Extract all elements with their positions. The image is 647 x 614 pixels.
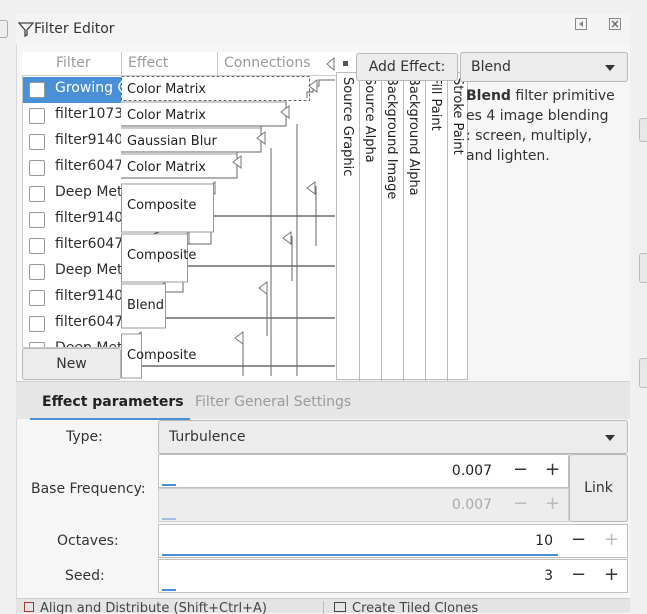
- tab-align-distribute-label: Align and Distribute (Shift+Ctrl+A): [40, 601, 267, 614]
- chevron-down-icon: [605, 435, 615, 441]
- minus-icon: −: [513, 493, 529, 514]
- base-frequency-x-spinner[interactable]: 0.007 − +: [158, 454, 569, 488]
- link-button[interactable]: Link: [569, 454, 628, 522]
- dock-icon[interactable]: [575, 18, 587, 30]
- panel-title: Filter Editor: [34, 21, 115, 37]
- filter-name: filter6047-: [55, 314, 129, 330]
- col-effect-header[interactable]: Effect: [128, 55, 168, 71]
- effect-item[interactable]: Blend: [127, 298, 164, 313]
- source-alpha-label[interactable]: Source Alpha: [362, 77, 377, 163]
- filter-icon: [18, 22, 34, 37]
- filter-name: filter9140-: [55, 288, 129, 304]
- settings-tabs: Effect parameters Filter General Setting…: [16, 381, 630, 420]
- tab-align-distribute[interactable]: Align and Distribute (Shift+Ctrl+A): [24, 601, 324, 614]
- source-columns: Source Graphic Source Alpha Background I…: [336, 72, 468, 381]
- effect-item[interactable]: Color Matrix: [127, 108, 206, 123]
- description-line4: and lighten.: [466, 148, 550, 164]
- description-line3: : screen, multiply,: [466, 128, 592, 144]
- base-frequency-x-value[interactable]: 0.007: [452, 463, 492, 479]
- side-panel-handle[interactable]: [0, 20, 8, 38]
- minus-icon[interactable]: −: [571, 564, 586, 585]
- filter-name: filter1073: [55, 106, 124, 122]
- seed-value[interactable]: 3: [544, 568, 553, 584]
- filter-checkbox[interactable]: [29, 160, 45, 176]
- description-bold: Blend: [466, 88, 511, 104]
- octaves-value[interactable]: 10: [535, 533, 553, 549]
- right-dock-handle[interactable]: [639, 253, 647, 283]
- col-filter-header[interactable]: Filter: [56, 55, 91, 71]
- plus-icon: +: [545, 493, 561, 514]
- stroke-paint-label[interactable]: Stroke Paint: [450, 77, 465, 155]
- fill-paint-label[interactable]: Fill Paint: [428, 77, 443, 131]
- plus-icon[interactable]: +: [604, 564, 619, 585]
- filter-name: Deep Meta: [55, 262, 132, 278]
- col-connections-header[interactable]: Connections: [224, 55, 311, 71]
- source-graphic-label[interactable]: Source Graphic: [340, 77, 355, 176]
- minus-icon[interactable]: −: [513, 459, 528, 480]
- new-filter-button[interactable]: New: [22, 348, 121, 380]
- chevron-down-icon: [605, 65, 615, 71]
- plus-icon: +: [604, 529, 620, 550]
- background-alpha-label[interactable]: Background Alpha: [406, 77, 421, 196]
- filter-name: filter9140-: [55, 132, 129, 148]
- octaves-spinner[interactable]: 10 − +: [158, 524, 628, 558]
- effect-type-value: Blend: [471, 59, 511, 75]
- base-frequency-y-spinner: 0.007 − +: [158, 488, 569, 522]
- filter-checkbox[interactable]: [29, 238, 45, 254]
- connections-header-icon: [326, 57, 348, 71]
- filter-checkbox[interactable]: [29, 134, 45, 150]
- filter-list-header: Filter Effect Connections: [22, 52, 356, 76]
- add-effect-button[interactable]: Add Effect:: [356, 53, 458, 81]
- filter-name: Growing C: [55, 80, 128, 96]
- filter-name: filter6047-: [55, 236, 129, 252]
- minus-icon[interactable]: −: [571, 529, 586, 550]
- base-frequency-label: Base Frequency:: [31, 481, 146, 497]
- close-icon[interactable]: [609, 18, 621, 30]
- plus-icon[interactable]: +: [545, 459, 560, 480]
- filter-checkbox[interactable]: [29, 264, 45, 280]
- filter-name: Deep Meta: [55, 340, 132, 348]
- effect-item[interactable]: Color Matrix: [127, 160, 206, 175]
- filter-checkbox[interactable]: [29, 290, 45, 306]
- right-dock-handle[interactable]: [639, 118, 647, 142]
- filter-checkbox[interactable]: [29, 316, 45, 332]
- tab-filter-general-settings[interactable]: Filter General Settings: [195, 394, 351, 410]
- effect-item[interactable]: Gaussian Blur: [127, 134, 217, 149]
- tab-tiled-clones[interactable]: Create Tiled Clones: [334, 601, 624, 614]
- filter-checkbox[interactable]: [29, 82, 45, 98]
- filter-checkbox[interactable]: [29, 186, 45, 202]
- filter-checkbox[interactable]: [29, 212, 45, 228]
- effect-item[interactable]: Color Matrix: [127, 82, 206, 97]
- effect-item[interactable]: Composite: [127, 198, 196, 213]
- filter-name: Deep Meta: [55, 184, 132, 200]
- background-image-label[interactable]: Background Image: [384, 77, 399, 199]
- filter-checkbox[interactable]: [29, 108, 45, 124]
- effect-type-dropdown[interactable]: Blend: [460, 52, 628, 82]
- tab-effect-parameters[interactable]: Effect parameters: [42, 394, 184, 410]
- description-line2: es 4 image blending: [466, 108, 609, 124]
- seed-label: Seed:: [65, 568, 105, 584]
- effect-item[interactable]: Composite: [127, 248, 196, 263]
- type-dropdown[interactable]: Turbulence: [158, 420, 628, 454]
- effect-description: Blend filter primitive es 4 image blendi…: [466, 86, 626, 166]
- base-frequency-y-value: 0.007: [451, 497, 492, 513]
- octaves-label: Octaves:: [57, 533, 119, 549]
- bottom-dock-tabs: Align and Distribute (Shift+Ctrl+A) Crea…: [16, 598, 630, 614]
- right-dock-handle[interactable]: [639, 358, 647, 388]
- tab-tiled-clones-label: Create Tiled Clones: [352, 601, 479, 614]
- seed-spinner[interactable]: 3 − +: [158, 559, 628, 593]
- description-line1: filter primitive: [510, 88, 615, 104]
- effect-list[interactable]: Color Matrix Color Matrix Gaussian Blur …: [121, 76, 336, 380]
- type-value: Turbulence: [169, 429, 246, 445]
- filter-name: filter6047-: [55, 158, 129, 174]
- effect-item[interactable]: Composite: [127, 348, 196, 363]
- filter-name: filter9140-: [55, 210, 129, 226]
- type-label: Type:: [66, 429, 103, 445]
